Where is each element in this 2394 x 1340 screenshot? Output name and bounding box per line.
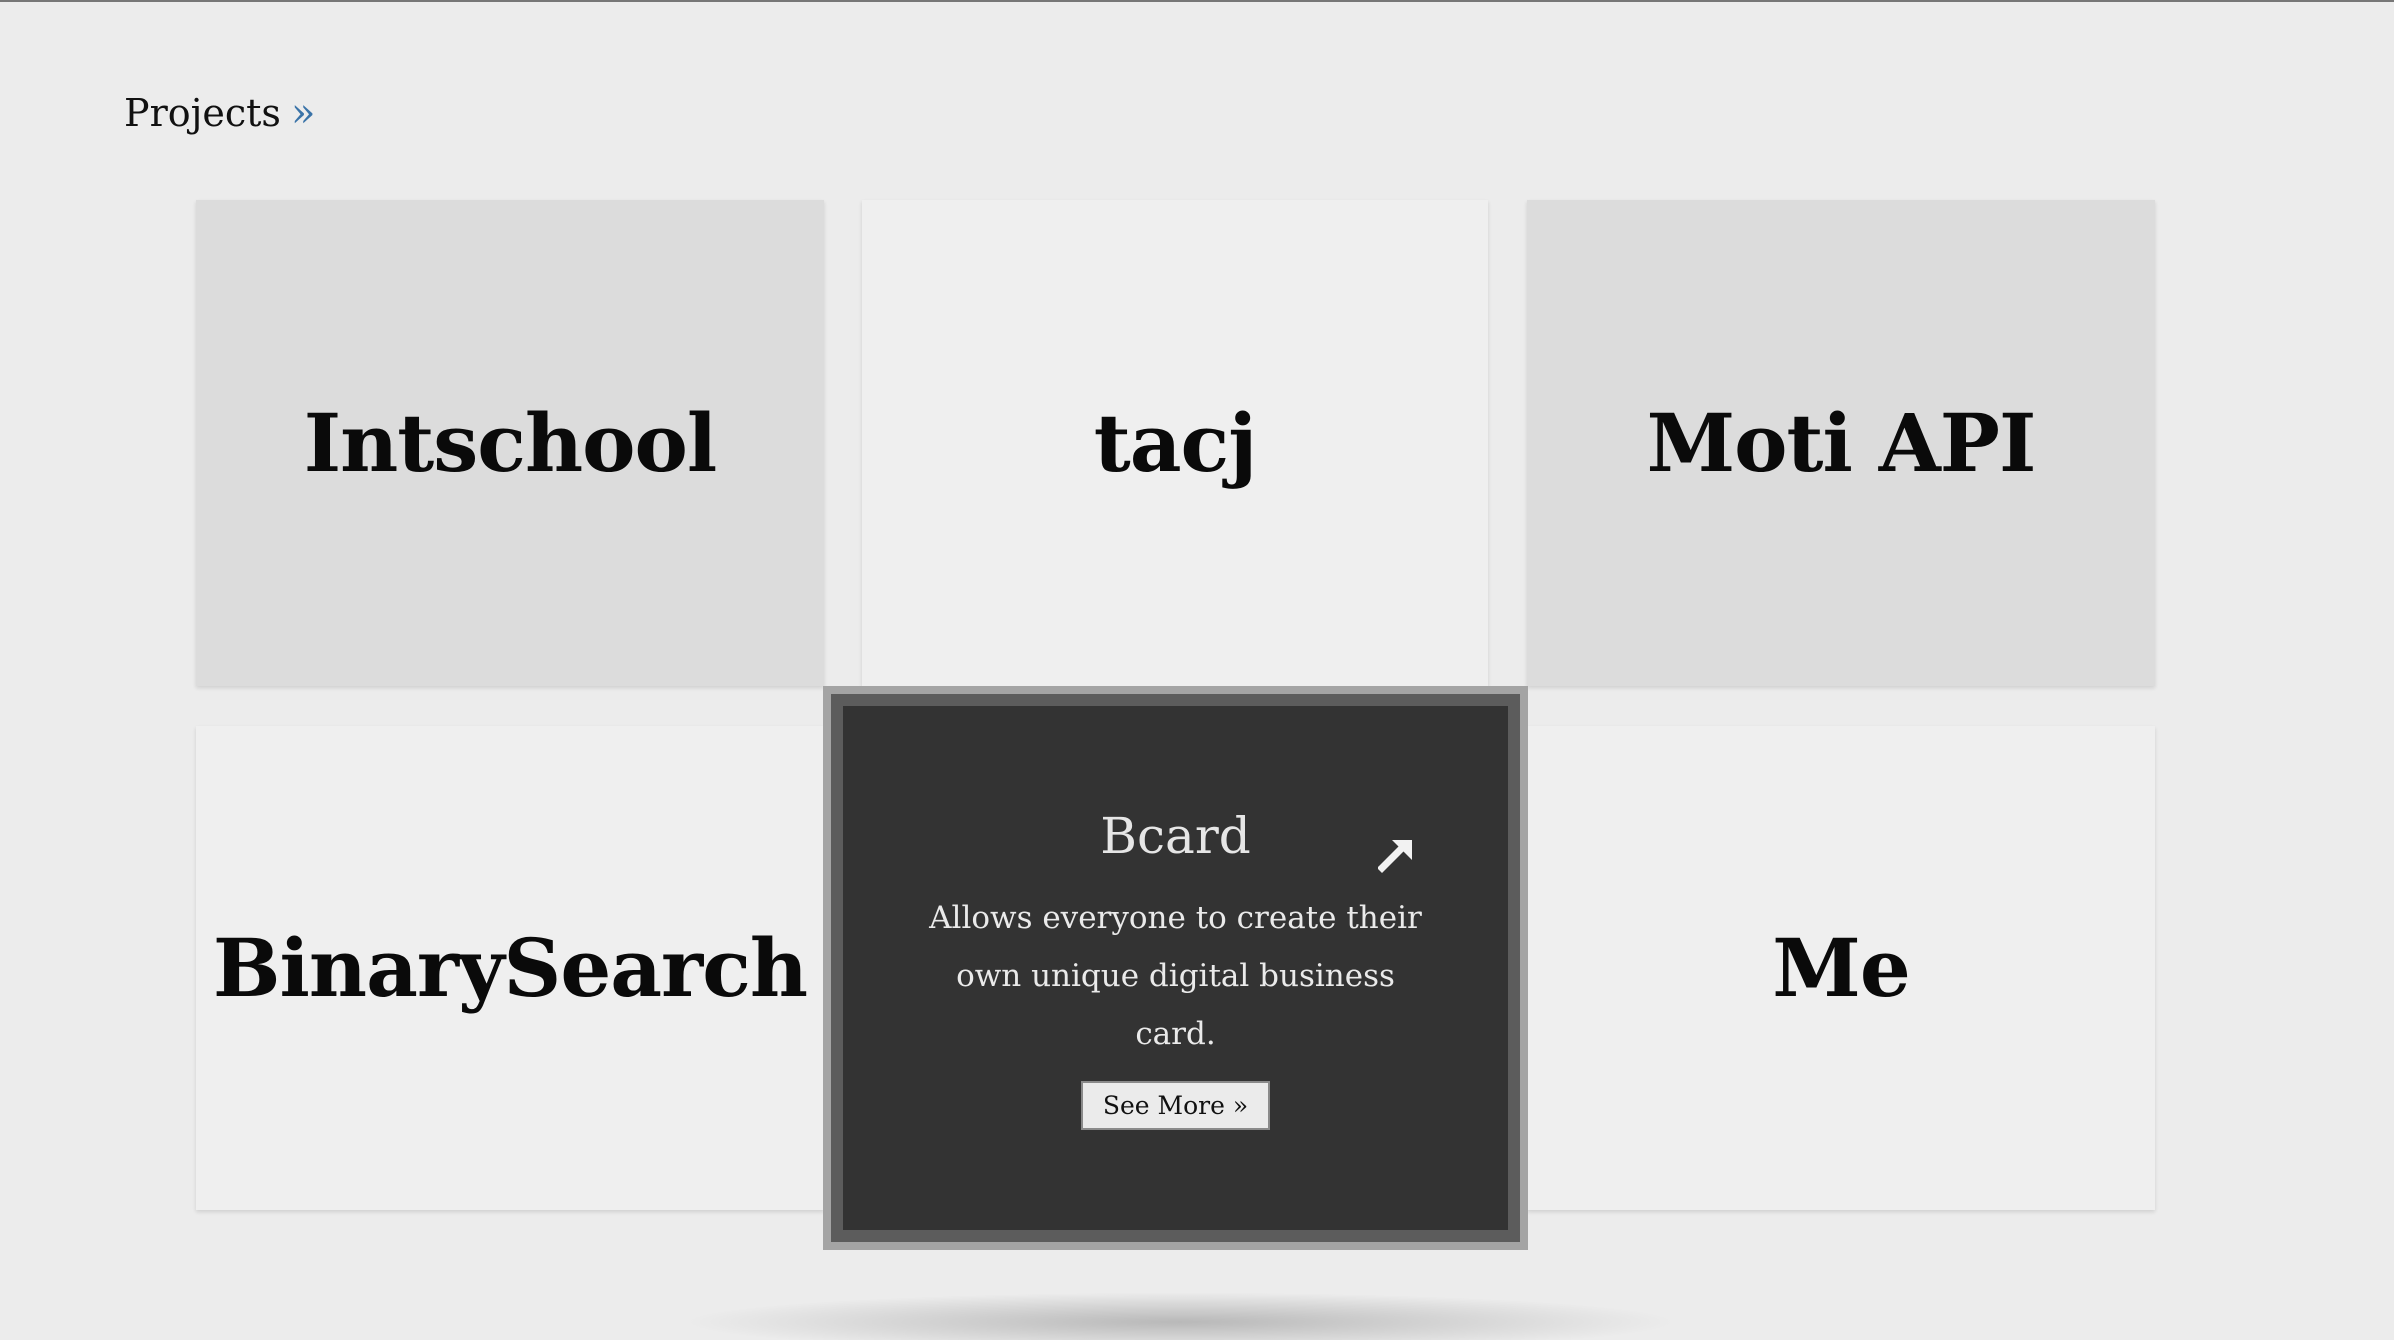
project-title: Intschool: [303, 396, 718, 490]
bottom-shadow: [680, 1292, 1680, 1340]
project-title: BinarySearch: [212, 921, 808, 1015]
project-card-intschool[interactable]: Intschool: [196, 200, 824, 686]
double-chevron-icon: »: [290, 90, 316, 136]
project-title: tacj: [1093, 396, 1257, 490]
project-description: Allows everyone to create their own uniq…: [929, 899, 1422, 1052]
project-title: Me: [1772, 921, 1910, 1015]
project-card-me[interactable]: Me: [1527, 726, 2155, 1210]
project-title: Moti API: [1646, 396, 2037, 490]
section-heading: Projects »: [124, 90, 315, 136]
project-title: Bcard: [1100, 806, 1251, 865]
section-title: Projects: [124, 91, 281, 135]
project-card-binarysearch[interactable]: BinarySearch: [196, 726, 824, 1210]
project-card-tacj[interactable]: tacj: [862, 200, 1488, 686]
project-card-bcard-hover[interactable]: Bcard Allows everyone to create their ow…: [823, 686, 1528, 1250]
external-link-icon[interactable]: [1378, 834, 1418, 874]
project-card-bcard-panel: Bcard Allows everyone to create their ow…: [831, 694, 1520, 1242]
project-card-moti-api[interactable]: Moti API: [1527, 200, 2155, 686]
see-more-button[interactable]: See More »: [1080, 1080, 1271, 1130]
projects-page: Projects » Intschool tacj Moti API Binar…: [0, 0, 2394, 1340]
